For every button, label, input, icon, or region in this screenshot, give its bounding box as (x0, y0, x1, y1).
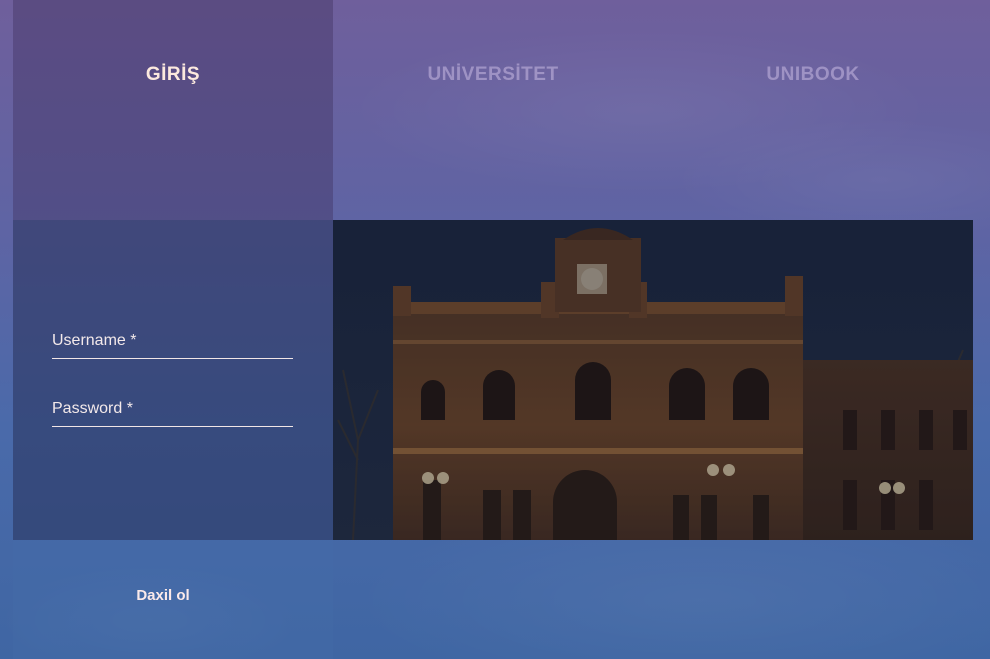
login-form: Username * Password * (13, 220, 333, 540)
university-building-image (333, 220, 973, 540)
submit-area: Daxil ol (13, 540, 333, 659)
tab-unibook[interactable]: UNIBOOK (653, 0, 973, 220)
login-submit-button[interactable]: Daxil ol (13, 583, 313, 607)
building-illustration (333, 220, 973, 540)
tab-universitet-label: UNİVERSİTET (427, 64, 559, 85)
tab-universitet[interactable]: UNİVERSİTET (333, 0, 653, 220)
tab-giris-label: GİRİŞ (145, 64, 201, 85)
username-field[interactable]: Username * (52, 332, 297, 360)
username-input[interactable] (52, 332, 297, 360)
tab-unibook-label: UNIBOOK (766, 64, 860, 85)
password-input[interactable] (52, 400, 297, 428)
tab-giris[interactable]: GİRİŞ (13, 0, 333, 220)
password-field[interactable]: Password * (52, 400, 297, 428)
